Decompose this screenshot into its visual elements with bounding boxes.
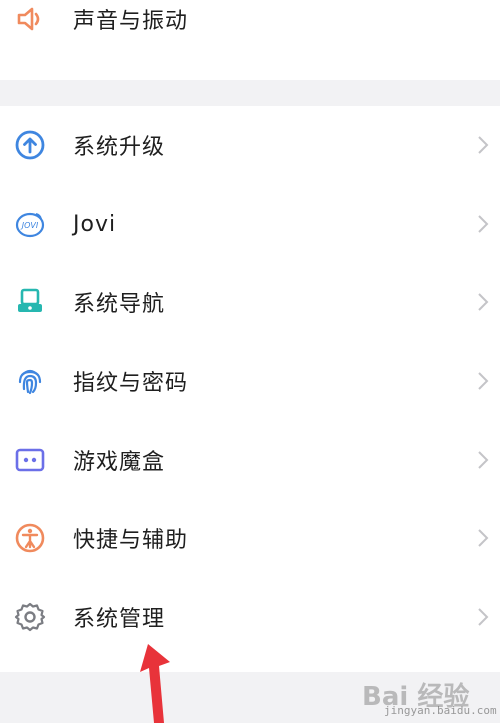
chevron-right-icon [478,451,489,469]
chevron-right-icon [478,215,489,233]
navigation-icon [14,286,46,318]
sidebar-item-label: 声音与振动 [73,9,189,34]
gamepad-icon [14,444,46,476]
chevron-right-icon [478,529,489,547]
chevron-right-icon [478,372,489,390]
sidebar-item-label: Jovi [73,211,117,237]
sidebar-item-game-box[interactable]: 游戏魔盒 [0,421,500,499]
jovi-icon: JOVI [14,208,46,240]
sidebar-item-label: 快捷与辅助 [73,528,189,553]
baidu-watermark: Bai 经验 jingyan.baidu.com [358,678,498,720]
settings-top-section: 声音与振动 [0,0,500,80]
sidebar-item-label: 指纹与密码 [73,371,189,396]
accessibility-icon [14,522,46,554]
chevron-right-icon [478,293,489,311]
chevron-right-icon [478,608,489,626]
settings-main-section: 系统升级 JOVI Jovi 系统导航 指纹与密码 游戏魔盒 快捷与辅助 系统管… [0,106,500,672]
fingerprint-icon [14,365,46,397]
sidebar-item-label: 系统管理 [73,607,166,632]
speaker-icon [14,3,46,35]
sidebar-item-fingerprint-password[interactable]: 指纹与密码 [0,342,500,420]
sidebar-item-system-management[interactable]: 系统管理 [0,578,500,656]
sidebar-item-label: 游戏魔盒 [73,450,166,475]
sidebar-item-system-navigation[interactable]: 系统导航 [0,263,500,341]
gear-icon [14,601,46,633]
watermark-url: jingyan.baidu.com [384,704,497,717]
upload-circle-icon [14,129,46,161]
sidebar-item-system-upgrade[interactable]: 系统升级 [0,106,500,184]
sidebar-item-sound-vibration[interactable]: 声音与振动 [0,0,500,58]
svg-text:JOVI: JOVI [20,221,39,230]
sidebar-item-jovi[interactable]: JOVI Jovi [0,185,500,263]
annotation-arrow [140,644,170,723]
chevron-right-icon [478,136,489,154]
sidebar-item-shortcuts-accessibility[interactable]: 快捷与辅助 [0,499,500,577]
sidebar-item-label: 系统导航 [73,292,166,317]
sidebar-item-label: 系统升级 [73,135,166,160]
